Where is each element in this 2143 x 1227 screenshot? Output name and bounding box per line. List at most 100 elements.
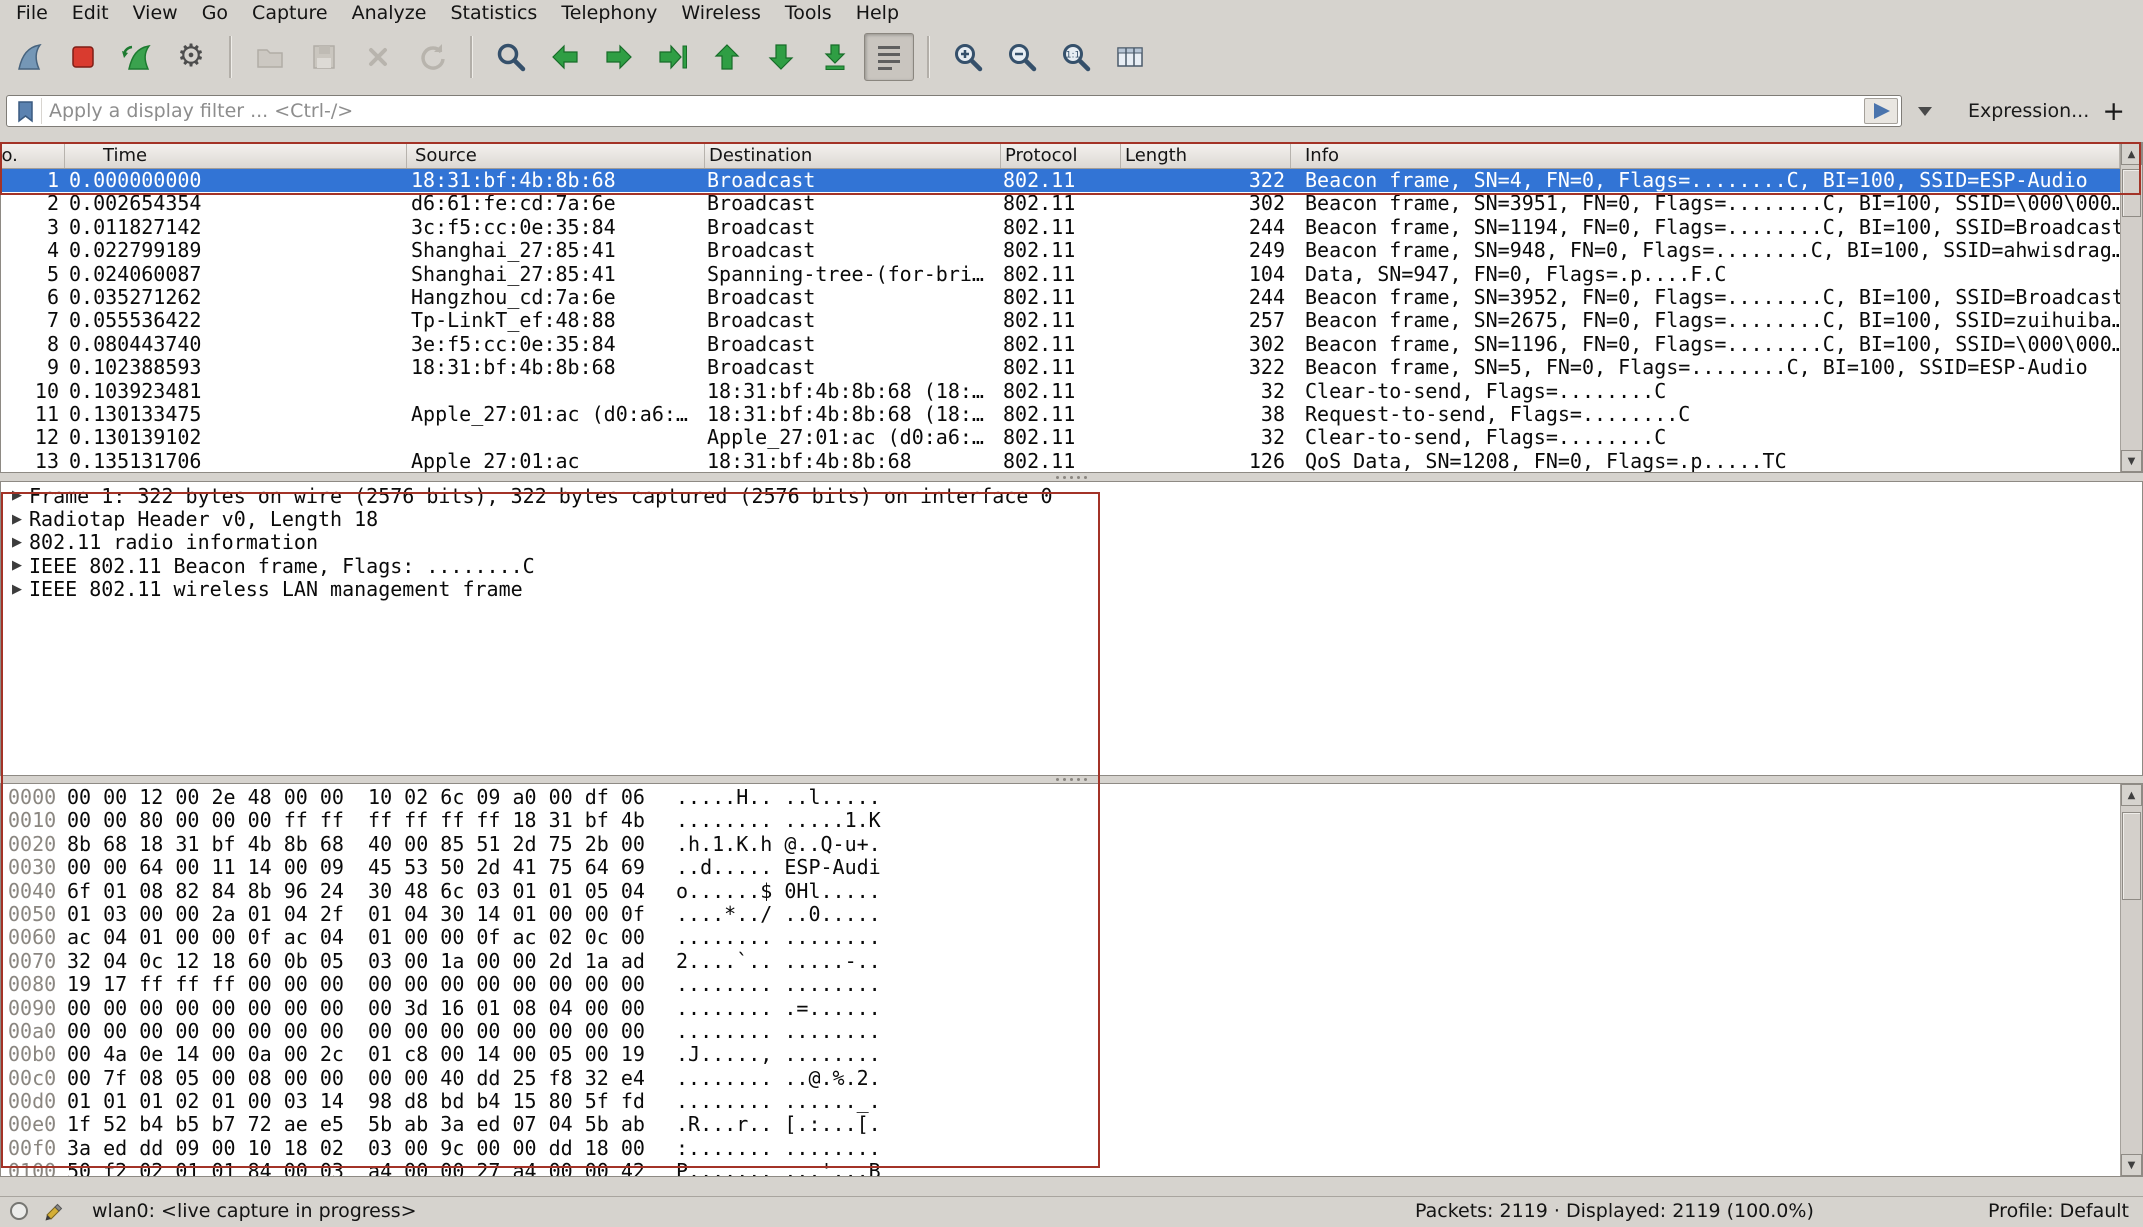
capture-options-button[interactable]: ⚙ xyxy=(166,33,216,81)
apply-filter-button[interactable] xyxy=(1864,98,1898,124)
stop-capture-button[interactable] xyxy=(58,33,108,81)
column-header-info[interactable]: Info xyxy=(1291,143,2120,168)
detail-row[interactable]: ▶Radiotap Header v0, Length 18 xyxy=(1,507,2142,530)
menu-telephony[interactable]: Telephony xyxy=(549,2,669,24)
capture-comment-pencil-icon[interactable] xyxy=(42,1201,64,1223)
packet-row[interactable]: 90.10238859318:31:bf:4b:8b:68Broadcast80… xyxy=(1,356,2120,379)
scrollbar-thumb[interactable] xyxy=(2122,169,2141,217)
expander-triangle-icon[interactable]: ▶ xyxy=(12,582,22,597)
column-header-time[interactable]: Time xyxy=(65,143,407,168)
packet-row[interactable]: 40.022799189Shanghai_27:85:41Broadcast80… xyxy=(1,239,2120,262)
column-header-source[interactable]: Source xyxy=(407,143,705,168)
menu-go[interactable]: Go xyxy=(190,2,240,24)
hex-offset: 00d0 xyxy=(8,1090,56,1113)
menu-capture[interactable]: Capture xyxy=(240,2,340,24)
scrollbar-up-button[interactable]: ▲ xyxy=(2121,143,2142,165)
hex-pane-scrollbar[interactable]: ▲ ▼ xyxy=(2120,784,2142,1176)
hex-row[interactable]: 001000 00 80 00 00 00 ff ff ff ff ff ff … xyxy=(1,809,2120,832)
expander-triangle-icon[interactable]: ▶ xyxy=(12,558,22,573)
hex-row[interactable]: 00b000 4a 0e 14 00 0a 00 2c 01 c8 00 14 … xyxy=(1,1043,2120,1066)
add-filter-button[interactable]: + xyxy=(2102,98,2125,125)
packet-row[interactable]: 120.130139102Apple_27:01:ac (d0:a6:…802.… xyxy=(1,426,2120,449)
auto-scroll-toggle-button[interactable] xyxy=(864,33,914,81)
zoom-reset-button[interactable]: 1:1 xyxy=(1051,33,1101,81)
hex-row[interactable]: 009000 00 00 00 00 00 00 00 00 3d 16 01 … xyxy=(1,997,2120,1020)
menu-help[interactable]: Help xyxy=(844,2,911,24)
detail-row[interactable]: ▶IEEE 802.11 Beacon frame, Flags: ......… xyxy=(1,554,2142,577)
scrollbar-thumb[interactable] xyxy=(2122,812,2141,900)
hex-row[interactable]: 00d001 01 01 02 01 00 03 14 98 d8 bd b4 … xyxy=(1,1090,2120,1113)
menu-wireless[interactable]: Wireless xyxy=(669,2,773,24)
packet-row[interactable]: 20.002654354d6:61:fe:cd:7a:6eBroadcast80… xyxy=(1,192,2120,215)
hex-row[interactable]: 010050 f2 02 01 01 84 00 03 a4 00 00 27 … xyxy=(1,1160,2120,1176)
packet-cell: Tp-LinkT_ef:48:88 xyxy=(407,309,705,332)
open-file-button[interactable] xyxy=(245,33,295,81)
hex-row[interactable]: 00e01f 52 b4 b5 b7 72 ae e5 5b ab 3a ed … xyxy=(1,1113,2120,1136)
packet-row[interactable]: 50.024060087Shanghai_27:85:41Spanning-tr… xyxy=(1,263,2120,286)
go-to-last-packet-button[interactable] xyxy=(756,33,806,81)
profile-label[interactable]: Profile: Default xyxy=(1988,1200,2129,1222)
hex-row[interactable]: 003000 00 64 00 11 14 00 09 45 53 50 2d … xyxy=(1,856,2120,879)
packet-row[interactable]: 100.10392348118:31:bf:4b:8b:68 (18:…802.… xyxy=(1,380,2120,403)
menu-statistics[interactable]: Statistics xyxy=(438,2,549,24)
hex-row[interactable]: 0060ac 04 01 00 00 0f ac 04 01 00 00 0f … xyxy=(1,926,2120,949)
zoom-in-button[interactable] xyxy=(943,33,993,81)
pane-splitter[interactable] xyxy=(0,776,2143,783)
hex-row[interactable]: 005001 03 00 00 2a 01 04 2f 01 04 30 14 … xyxy=(1,903,2120,926)
expander-triangle-icon[interactable]: ▶ xyxy=(12,512,22,527)
go-back-button[interactable] xyxy=(540,33,590,81)
scrollbar-down-button[interactable]: ▼ xyxy=(2121,1154,2142,1176)
hex-row[interactable]: 00f03a ed dd 09 00 10 18 02 03 00 9c 00 … xyxy=(1,1137,2120,1160)
hex-row[interactable]: 00a000 00 00 00 00 00 00 00 00 00 00 00 … xyxy=(1,1020,2120,1043)
column-header-length[interactable]: Length xyxy=(1121,143,1291,168)
filter-bookmark-button[interactable] xyxy=(11,98,42,124)
save-file-button[interactable] xyxy=(299,33,349,81)
reload-file-button[interactable] xyxy=(407,33,457,81)
start-capture-button[interactable] xyxy=(4,33,54,81)
packet-row[interactable]: 80.0804437403e:f5:cc:0e:35:84Broadcast80… xyxy=(1,333,2120,356)
column-header-no[interactable]: No. xyxy=(1,143,65,168)
packet-row[interactable]: 130.135131706Apple_27:01:ac18:31:bf:4b:8… xyxy=(1,450,2120,472)
scroll-to-bottom-button[interactable] xyxy=(810,33,860,81)
expander-triangle-icon[interactable]: ▶ xyxy=(12,535,22,550)
packet-row[interactable]: 30.0118271423c:f5:cc:0e:35:84Broadcast80… xyxy=(1,216,2120,239)
pane-splitter[interactable] xyxy=(0,473,2143,481)
resize-columns-button[interactable] xyxy=(1105,33,1155,81)
filter-dropdown-button[interactable] xyxy=(1912,98,1938,124)
detail-row[interactable]: ▶Frame 1: 322 bytes on wire (2576 bits),… xyxy=(1,484,2142,507)
menu-file[interactable]: File xyxy=(4,2,60,24)
packet-row[interactable]: 70.055536422Tp-LinkT_ef:48:88Broadcast80… xyxy=(1,309,2120,332)
hex-row[interactable]: 000000 00 12 00 2e 48 00 00 10 02 6c 09 … xyxy=(1,786,2120,809)
expander-triangle-icon[interactable]: ▶ xyxy=(12,488,22,503)
expression-button[interactable]: Expression... xyxy=(1968,100,2089,122)
column-header-destination[interactable]: Destination xyxy=(705,143,1001,168)
packet-row[interactable]: 60.035271262Hangzhou_cd:7a:6eBroadcast80… xyxy=(1,286,2120,309)
packet-list-scrollbar[interactable]: ▲ ▼ xyxy=(2120,143,2142,472)
detail-row[interactable]: ▶802.11 radio information xyxy=(1,531,2142,554)
column-header-protocol[interactable]: Protocol xyxy=(1001,143,1121,168)
scrollbar-down-button[interactable]: ▼ xyxy=(2121,450,2142,472)
zoom-out-button[interactable] xyxy=(997,33,1047,81)
menu-analyze[interactable]: Analyze xyxy=(340,2,439,24)
packet-cell: Apple_27:01:ac (d0:a6:… xyxy=(705,426,1001,449)
hex-row[interactable]: 007032 04 0c 12 18 60 0b 05 03 00 1a 00 … xyxy=(1,950,2120,973)
restart-capture-button[interactable] xyxy=(112,33,162,81)
find-packet-button[interactable] xyxy=(486,33,536,81)
hex-row[interactable]: 00406f 01 08 82 84 8b 96 24 30 48 6c 03 … xyxy=(1,880,2120,903)
menu-edit[interactable]: Edit xyxy=(60,2,121,24)
go-to-packet-button[interactable] xyxy=(648,33,698,81)
menu-tools[interactable]: Tools xyxy=(773,2,844,24)
menu-view[interactable]: View xyxy=(121,2,190,24)
close-file-button[interactable] xyxy=(353,33,403,81)
go-to-first-packet-button[interactable] xyxy=(702,33,752,81)
expert-info-icon[interactable] xyxy=(10,1202,28,1220)
packet-row[interactable]: 10.00000000018:31:bf:4b:8b:68Broadcast80… xyxy=(1,169,2120,192)
detail-row[interactable]: ▶IEEE 802.11 wireless LAN management fra… xyxy=(1,578,2142,601)
packet-row[interactable]: 110.130133475Apple_27:01:ac (d0:a6:…18:3… xyxy=(1,403,2120,426)
scrollbar-up-button[interactable]: ▲ xyxy=(2121,784,2142,806)
hex-row[interactable]: 008019 17 ff ff ff 00 00 00 00 00 00 00 … xyxy=(1,973,2120,996)
hex-row[interactable]: 00c000 7f 08 05 00 08 00 00 00 00 40 dd … xyxy=(1,1067,2120,1090)
go-forward-button[interactable] xyxy=(594,33,644,81)
display-filter-input[interactable] xyxy=(6,95,1902,127)
hex-row[interactable]: 00208b 68 18 31 bf 4b 8b 68 40 00 85 51 … xyxy=(1,833,2120,856)
